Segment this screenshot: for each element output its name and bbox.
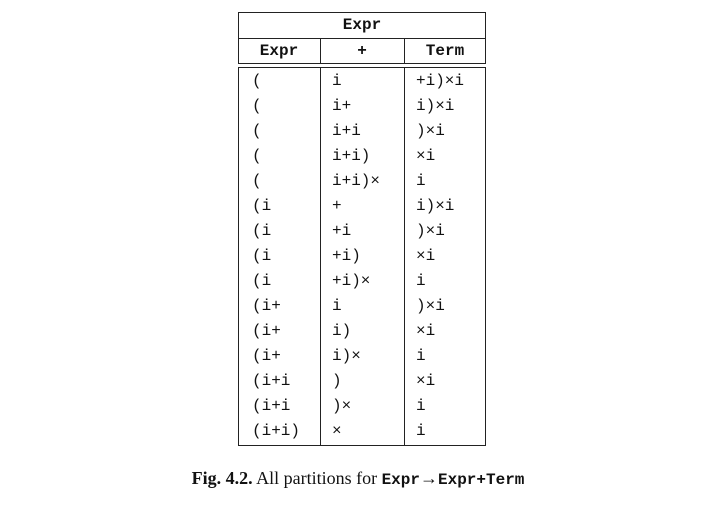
cell-plus: +: [332, 197, 342, 215]
cell-term: )×i: [416, 222, 445, 240]
cell-plus: i+: [332, 97, 352, 115]
column-header-term: Term: [425, 42, 465, 60]
cell-expr: (: [252, 72, 262, 90]
cell-term: ×i: [416, 147, 436, 165]
table-title: Expr: [342, 16, 382, 34]
cell-expr: (i: [252, 222, 272, 240]
caption-arrow: →: [419, 468, 438, 488]
cell-expr: (i+: [252, 297, 281, 315]
body-col-divider-2: [404, 67, 405, 446]
cell-term: i: [416, 272, 426, 290]
cell-term: i: [416, 347, 426, 365]
partition-table: Expr Expr + Term (i +i)×i(i+ i)×i(i+i)×i(i…: [238, 12, 486, 446]
cell-expr: (: [252, 147, 262, 165]
cell-plus: ×: [332, 422, 342, 440]
cell-expr: (i+: [252, 322, 281, 340]
cell-term: i: [416, 397, 426, 415]
cell-term: i)×i: [416, 197, 455, 215]
cell-term: i)×i: [416, 97, 455, 115]
cell-plus: i+i: [332, 122, 361, 140]
cell-expr: (i+i: [252, 372, 291, 390]
cell-expr: (i: [252, 247, 272, 265]
cell-plus: i)×: [332, 347, 361, 365]
caption-label: Fig. 4.2.: [191, 468, 253, 488]
cell-term: i: [416, 172, 426, 190]
cell-plus: +i)×: [332, 272, 371, 290]
cell-term: )×i: [416, 122, 445, 140]
cell-plus: i: [332, 72, 342, 90]
figure-caption: Fig. 4.2. All partitions for Expr→Expr+T…: [0, 466, 716, 490]
caption-text: All partitions for: [256, 468, 378, 488]
caption-rule-lhs: Expr: [381, 471, 420, 489]
cell-expr: (i+i): [252, 422, 301, 440]
column-header-expr: Expr: [259, 42, 299, 60]
cell-plus: i: [332, 297, 342, 315]
column-header-plus: +: [357, 42, 367, 60]
cell-expr: (: [252, 97, 262, 115]
cell-expr: (i: [252, 272, 272, 290]
cell-term: +i)×i: [416, 72, 465, 90]
cell-expr: (i: [252, 197, 272, 215]
cell-plus: +i): [332, 247, 361, 265]
cell-term: ×i: [416, 372, 436, 390]
body-col-divider-1: [320, 67, 321, 446]
cell-plus: )×: [332, 397, 352, 415]
cell-plus: +i: [332, 222, 352, 240]
cell-term: i: [416, 422, 426, 440]
cell-term: )×i: [416, 297, 445, 315]
caption-rule-rhs: Expr+Term: [437, 471, 525, 489]
cell-term: ×i: [416, 322, 436, 340]
cell-plus: i): [332, 322, 352, 340]
cell-term: ×i: [416, 247, 436, 265]
cell-expr: (: [252, 122, 262, 140]
cell-plus: i+i)×: [332, 172, 381, 190]
cell-plus: ): [332, 372, 342, 390]
cell-expr: (: [252, 172, 262, 190]
cell-plus: i+i): [332, 147, 371, 165]
cell-expr: (i+: [252, 347, 281, 365]
cell-expr: (i+i: [252, 397, 291, 415]
